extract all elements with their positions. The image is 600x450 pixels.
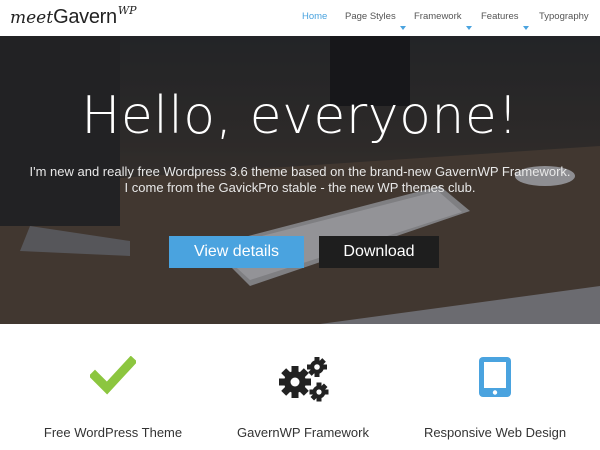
nav-item-typography[interactable]: Typography [539,11,589,22]
view-details-button[interactable]: View details [169,236,304,268]
hero-banner: Hello, everyone! I'm new and really free… [0,36,600,324]
hero-title: Hello, everyone! [81,86,519,146]
nav-item-home[interactable]: Home [302,11,327,22]
site-header: meetGavernWP Home Page Styles Framework … [0,0,600,36]
nav-item-framework[interactable]: Framework [414,11,462,22]
checkmark-icon [13,356,213,402]
feature-free-theme: Free WordPress Theme [13,324,213,450]
feature-label: Responsive Web Design [423,425,567,440]
tablet-icon [395,356,595,402]
chevron-down-icon[interactable] [466,26,472,30]
feature-framework: GavernWP Framework [203,324,403,450]
features-section: Free WordPress Theme GavernWP Framework … [0,324,600,450]
nav-item-page-styles[interactable]: Page Styles [345,11,396,22]
feature-responsive: Responsive Web Design [395,324,595,450]
chevron-down-icon[interactable] [523,26,529,30]
feature-label: GavernWP Framework [237,425,369,440]
gears-icon [203,356,403,402]
main-nav: Home Page Styles Framework Features Typo… [0,11,600,30]
hero-description-line1: I'm new and really free Wordpress 3.6 th… [29,164,571,179]
download-button[interactable]: Download [319,236,439,268]
feature-label: Free WordPress Theme [43,425,183,440]
chevron-down-icon[interactable] [400,26,406,30]
nav-item-features[interactable]: Features [481,11,519,22]
hero-description-line2: I come from the GavickPro stable - the n… [124,180,476,195]
